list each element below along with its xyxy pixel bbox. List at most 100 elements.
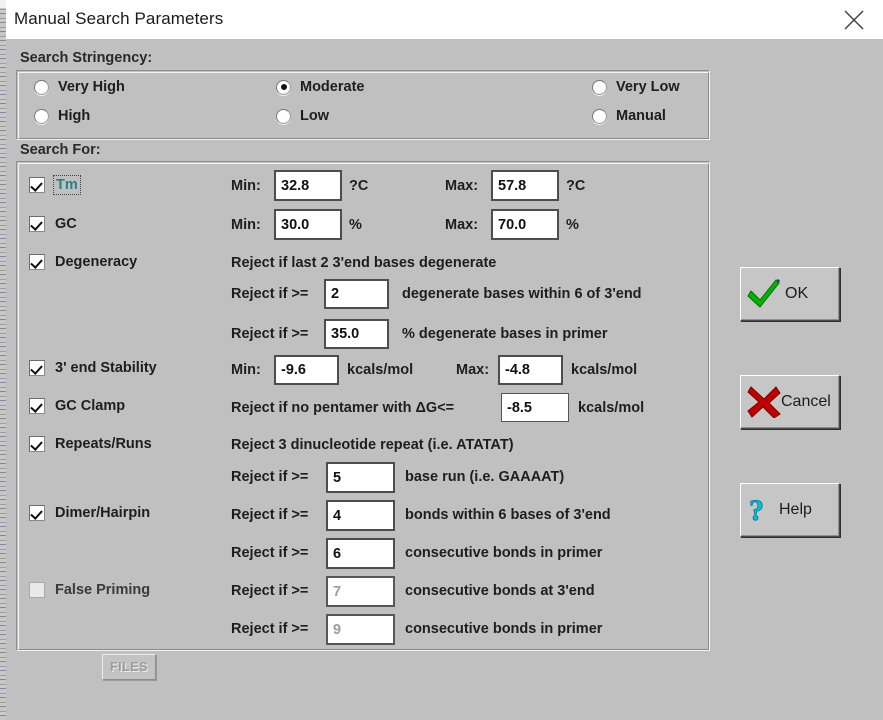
checkbox-gc-clamp-label: GC Clamp bbox=[55, 398, 126, 414]
checkmark-icon bbox=[747, 279, 780, 308]
question-mark-icon: ? bbox=[749, 494, 765, 527]
false-priming-reject2-prefix: Reject if >= bbox=[231, 621, 309, 637]
gc-max-unit: % bbox=[566, 217, 579, 233]
tm-min-unit: ?C bbox=[349, 178, 369, 194]
checkbox-stability[interactable] bbox=[29, 360, 45, 376]
close-icon[interactable] bbox=[831, 0, 877, 38]
dimer-reject1-input[interactable] bbox=[326, 500, 395, 531]
radio-very-low-indicator[interactable] bbox=[592, 79, 607, 95]
checkbox-row-degeneracy[interactable]: Degeneracy bbox=[29, 254, 137, 270]
repeats-reject-input[interactable] bbox=[326, 462, 395, 493]
checkbox-repeats-label: Repeats/Runs bbox=[55, 436, 152, 452]
checkbox-false-priming[interactable] bbox=[29, 582, 45, 598]
radio-option-low[interactable]: Low bbox=[276, 108, 329, 124]
degeneracy-reject2-prefix: Reject if >= bbox=[231, 326, 309, 342]
svg-text:?: ? bbox=[749, 494, 764, 527]
radio-option-very-high[interactable]: Very High bbox=[34, 79, 125, 95]
manual-search-parameters-dialog: Manual Search Parameters Search Stringen… bbox=[6, 0, 883, 720]
gc-min-label: Min: bbox=[231, 217, 261, 233]
checkbox-row-repeats[interactable]: Repeats/Runs bbox=[29, 436, 152, 452]
dimer-reject2-input[interactable] bbox=[326, 538, 395, 569]
stability-min-label: Min: bbox=[231, 362, 261, 378]
gc-clamp-prefix: Reject if no pentamer with ΔG<= bbox=[231, 400, 455, 416]
false-priming-reject1-suffix: consecutive bonds at 3'end bbox=[405, 583, 595, 599]
radio-moderate-label: Moderate bbox=[300, 79, 365, 95]
degeneracy-note: Reject if last 2 3'end bases degenerate bbox=[231, 255, 497, 271]
search-stringency-legend: Search Stringency: bbox=[20, 50, 153, 66]
checkbox-degeneracy[interactable] bbox=[29, 254, 45, 270]
stability-max-input[interactable] bbox=[498, 355, 563, 385]
radio-high-label: High bbox=[58, 108, 91, 124]
dimer-reject1-suffix: bonds within 6 bases of 3'end bbox=[405, 507, 611, 523]
window-title: Manual Search Parameters bbox=[14, 9, 224, 28]
tm-max-unit: ?C bbox=[566, 178, 586, 194]
radio-very-high-label: Very High bbox=[58, 79, 125, 95]
false-priming-reject2-suffix: consecutive bonds in primer bbox=[405, 621, 603, 637]
title-bar: Manual Search Parameters bbox=[6, 0, 883, 40]
checkbox-degeneracy-label: Degeneracy bbox=[55, 254, 138, 270]
dimer-reject2-suffix: consecutive bonds in primer bbox=[405, 545, 603, 561]
radio-low-indicator[interactable] bbox=[276, 108, 291, 124]
radio-very-low-label: Very Low bbox=[616, 79, 680, 95]
ok-button[interactable]: OK bbox=[740, 267, 840, 321]
checkbox-row-dimer[interactable]: Dimer/Hairpin bbox=[29, 505, 150, 521]
degeneracy-reject1-suffix: degenerate bases within 6 of 3'end bbox=[402, 286, 642, 302]
repeats-note: Reject 3 dinucleotide repeat (i.e. ATATA… bbox=[231, 437, 514, 453]
radio-option-manual[interactable]: Manual bbox=[592, 108, 666, 124]
repeats-reject-suffix: base run (i.e. GAAAAT) bbox=[405, 469, 565, 485]
ok-button-label: OK bbox=[785, 285, 809, 302]
checkbox-gc[interactable] bbox=[29, 216, 45, 232]
degeneracy-reject1-prefix: Reject if >= bbox=[231, 286, 309, 302]
tm-max-label: Max: bbox=[445, 178, 479, 194]
checkbox-row-gc-clamp[interactable]: GC Clamp bbox=[29, 398, 125, 414]
degeneracy-reject2-input[interactable] bbox=[324, 319, 389, 349]
files-button[interactable]: FILES bbox=[102, 654, 156, 680]
search-for-legend: Search For: bbox=[20, 142, 101, 158]
checkbox-row-stability[interactable]: 3' end Stability bbox=[29, 360, 157, 376]
dialog-client-area: Search Stringency: Very High High Modera… bbox=[6, 39, 883, 720]
checkbox-gc-label: GC bbox=[55, 216, 77, 232]
repeats-reject-prefix: Reject if >= bbox=[231, 469, 309, 485]
false-priming-reject1-input[interactable] bbox=[326, 576, 395, 607]
radio-manual-label: Manual bbox=[616, 108, 666, 124]
stability-max-unit: kcals/mol bbox=[571, 362, 638, 378]
stability-min-input[interactable] bbox=[274, 355, 339, 385]
help-button[interactable]: ? Help bbox=[740, 483, 840, 537]
gc-clamp-suffix: kcals/mol bbox=[578, 400, 645, 416]
x-mark-icon bbox=[747, 386, 781, 418]
checkbox-row-tm[interactable]: Tm bbox=[29, 175, 81, 195]
radio-very-high-indicator[interactable] bbox=[34, 79, 49, 95]
tm-max-input[interactable] bbox=[491, 170, 559, 201]
false-priming-reject2-input[interactable] bbox=[326, 614, 395, 645]
help-button-label: Help bbox=[779, 501, 812, 518]
gc-clamp-input[interactable] bbox=[501, 393, 569, 422]
stability-min-unit: kcals/mol bbox=[347, 362, 414, 378]
tm-min-label: Min: bbox=[231, 178, 261, 194]
dimer-reject2-prefix: Reject if >= bbox=[231, 545, 309, 561]
checkbox-tm[interactable] bbox=[29, 177, 45, 193]
gc-max-input[interactable] bbox=[491, 209, 559, 240]
degeneracy-reject1-input[interactable] bbox=[324, 279, 389, 309]
gc-min-input[interactable] bbox=[274, 209, 342, 240]
checkbox-gc-clamp[interactable] bbox=[29, 398, 45, 414]
radio-option-very-low[interactable]: Very Low bbox=[592, 79, 680, 95]
false-priming-reject1-prefix: Reject if >= bbox=[231, 583, 309, 599]
degeneracy-reject2-suffix: % degenerate bases in primer bbox=[402, 326, 608, 342]
gc-min-unit: % bbox=[349, 217, 362, 233]
checkbox-repeats[interactable] bbox=[29, 436, 45, 452]
stability-max-label: Max: bbox=[456, 362, 490, 378]
gc-max-label: Max: bbox=[445, 217, 479, 233]
radio-option-moderate[interactable]: Moderate bbox=[276, 79, 364, 95]
radio-high-indicator[interactable] bbox=[34, 108, 49, 124]
radio-moderate-indicator[interactable] bbox=[276, 79, 291, 95]
cancel-button[interactable]: Cancel bbox=[740, 375, 840, 429]
tm-min-input[interactable] bbox=[274, 170, 342, 201]
radio-option-high[interactable]: High bbox=[34, 108, 90, 124]
checkbox-dimer[interactable] bbox=[29, 505, 45, 521]
checkbox-row-false-priming[interactable]: False Priming bbox=[29, 582, 150, 598]
checkbox-dimer-label: Dimer/Hairpin bbox=[55, 505, 151, 521]
dimer-reject1-prefix: Reject if >= bbox=[231, 507, 309, 523]
radio-manual-indicator[interactable] bbox=[592, 108, 607, 124]
checkbox-row-gc[interactable]: GC bbox=[29, 216, 77, 232]
checkbox-false-priming-label: False Priming bbox=[55, 582, 151, 598]
